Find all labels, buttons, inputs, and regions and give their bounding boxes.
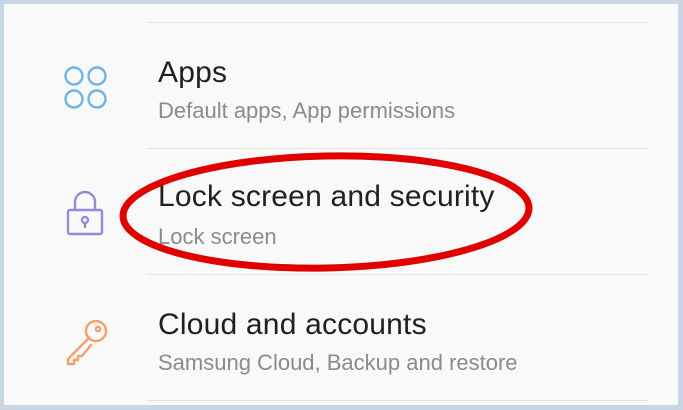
settings-item-cloud-and-accounts[interactable]: Cloud and accounts Samsung Cloud, Backup… [4, 278, 678, 404]
divider [146, 274, 648, 275]
divider [146, 22, 648, 23]
settings-item-subtitle: Samsung Cloud, Backup and restore [158, 350, 518, 375]
settings-item-title: Apps [158, 56, 228, 89]
divider [146, 148, 648, 149]
settings-item-subtitle: Default apps, App permissions [158, 98, 456, 123]
settings-item-subtitle: Lock screen [158, 224, 277, 249]
apps-grid-icon [60, 62, 112, 114]
key-icon [60, 316, 112, 368]
settings-item-apps[interactable]: Apps Default apps, App permissions [4, 26, 678, 152]
settings-item-title: Cloud and accounts [158, 308, 427, 341]
divider [146, 400, 648, 401]
settings-item-lock-screen-and-security[interactable]: Lock screen and security Lock screen [4, 152, 678, 278]
settings-item-title: Lock screen and security [158, 180, 495, 213]
lock-icon [60, 188, 112, 240]
settings-screen: Apps Default apps, App permissions Lock … [0, 0, 683, 410]
